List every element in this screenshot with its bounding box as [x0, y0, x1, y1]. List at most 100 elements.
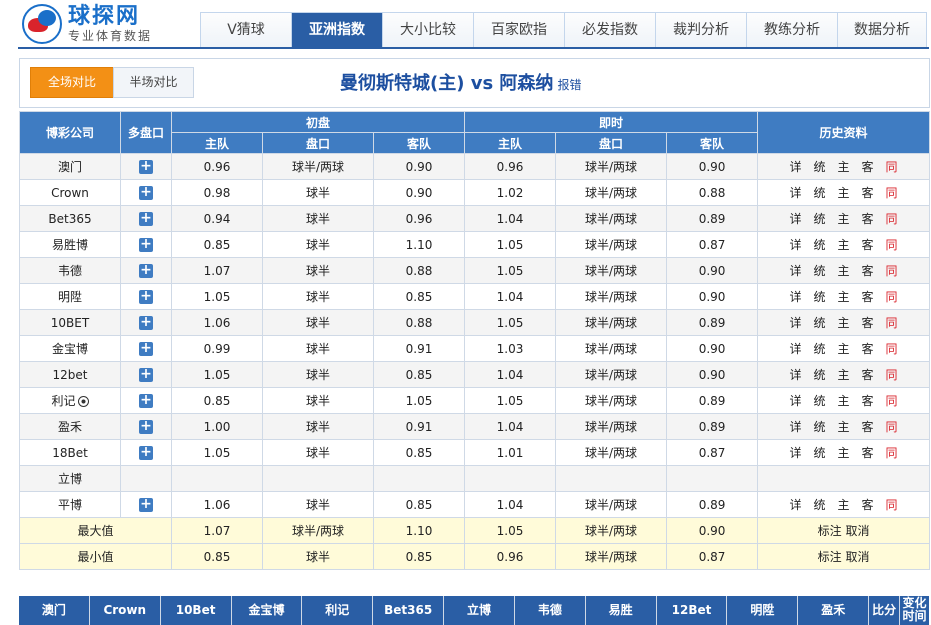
expand-plus-icon[interactable]: +	[139, 185, 153, 200]
bottom-tab-bet365[interactable]: Bet365	[373, 596, 445, 625]
company-cell[interactable]: 平博	[19, 491, 121, 518]
bottom-tab-12bet[interactable]: 12Bet	[656, 596, 728, 625]
history-detail-link[interactable]: 详	[784, 366, 808, 383]
history-home-link[interactable]: 主	[832, 340, 856, 357]
history-away-link[interactable]: 客	[856, 288, 880, 305]
history-home-link[interactable]: 主	[832, 314, 856, 331]
history-stats-link[interactable]: 统	[808, 210, 832, 227]
history-same-link[interactable]: 同	[880, 314, 904, 331]
history-home-link[interactable]: 主	[832, 444, 856, 461]
nav-asian-index[interactable]: 亚洲指数	[292, 13, 383, 48]
tab-half-match[interactable]: 半场对比	[113, 67, 194, 98]
history-home-link[interactable]: 主	[832, 496, 856, 513]
expand-plus-icon[interactable]: +	[139, 393, 153, 408]
history-stats-link[interactable]: 统	[808, 262, 832, 279]
history-detail-link[interactable]: 详	[784, 392, 808, 409]
history-same-link[interactable]: 同	[880, 496, 904, 513]
nav-betfair[interactable]: 必发指数	[565, 13, 656, 48]
history-stats-link[interactable]: 统	[808, 314, 832, 331]
company-cell[interactable]: 盈禾	[19, 413, 121, 440]
history-same-link[interactable]: 同	[880, 418, 904, 435]
history-away-link[interactable]: 客	[856, 444, 880, 461]
company-cell[interactable]: 利记	[19, 387, 121, 414]
history-away-link[interactable]: 客	[856, 340, 880, 357]
company-cell[interactable]: Bet365	[19, 205, 121, 232]
company-cell[interactable]: 易胜博	[19, 231, 121, 258]
history-stats-link[interactable]: 统	[808, 444, 832, 461]
history-stats-link[interactable]: 统	[808, 392, 832, 409]
bottom-tab-weide[interactable]: 韦德	[514, 596, 586, 625]
nav-coach[interactable]: 教练分析	[747, 13, 838, 48]
history-same-link[interactable]: 同	[880, 184, 904, 201]
history-away-link[interactable]: 客	[856, 496, 880, 513]
history-detail-link[interactable]: 详	[784, 210, 808, 227]
history-detail-link[interactable]: 详	[784, 184, 808, 201]
bottom-tab-crown[interactable]: Crown	[89, 596, 161, 625]
tab-full-match[interactable]: 全场对比	[30, 67, 114, 98]
nav-over-under[interactable]: 大小比较	[383, 13, 474, 48]
history-stats-link[interactable]: 统	[808, 366, 832, 383]
company-cell[interactable]: 12bet	[19, 361, 121, 388]
expand-plus-icon[interactable]: +	[139, 211, 153, 226]
history-detail-link[interactable]: 详	[784, 496, 808, 513]
company-cell[interactable]: 金宝博	[19, 335, 121, 362]
history-stats-link[interactable]: 统	[808, 340, 832, 357]
bottom-tab-libo[interactable]: 立博	[444, 596, 515, 625]
expand-plus-icon[interactable]: +	[139, 289, 153, 304]
history-detail-link[interactable]: 详	[784, 444, 808, 461]
history-away-link[interactable]: 客	[856, 236, 880, 253]
history-same-link[interactable]: 同	[880, 262, 904, 279]
history-away-link[interactable]: 客	[856, 184, 880, 201]
history-stats-link[interactable]: 统	[808, 184, 832, 201]
nav-vguess[interactable]: V猜球	[201, 13, 292, 48]
history-detail-link[interactable]: 详	[784, 340, 808, 357]
history-same-link[interactable]: 同	[880, 340, 904, 357]
site-logo[interactable]: 球探网 专业体育数据	[22, 4, 152, 44]
bottom-tab-10bet[interactable]: 10Bet	[160, 596, 232, 625]
history-stats-link[interactable]: 统	[808, 496, 832, 513]
bottom-tab-mingsheng[interactable]: 明陞	[727, 596, 799, 625]
report-error-link[interactable]: 报错	[557, 78, 581, 92]
history-detail-link[interactable]: 详	[784, 418, 808, 435]
history-same-link[interactable]: 同	[880, 444, 904, 461]
bottom-tab-yisheng[interactable]: 易胜	[585, 596, 657, 625]
company-cell[interactable]: Crown	[19, 179, 121, 206]
bottom-tab-macau[interactable]: 澳门	[19, 596, 90, 625]
history-away-link[interactable]: 客	[856, 366, 880, 383]
history-same-link[interactable]: 同	[880, 158, 904, 175]
history-stats-link[interactable]: 统	[808, 418, 832, 435]
expand-plus-icon[interactable]: +	[139, 159, 153, 174]
history-home-link[interactable]: 主	[832, 418, 856, 435]
history-home-link[interactable]: 主	[832, 184, 856, 201]
history-away-link[interactable]: 客	[856, 418, 880, 435]
history-detail-link[interactable]: 详	[784, 236, 808, 253]
nav-referee[interactable]: 裁判分析	[656, 13, 747, 48]
expand-plus-icon[interactable]: +	[139, 445, 153, 460]
company-cell[interactable]: 韦德	[19, 257, 121, 284]
company-cell[interactable]: 18Bet	[19, 439, 121, 466]
expand-plus-icon[interactable]: +	[139, 263, 153, 278]
history-away-link[interactable]: 客	[856, 210, 880, 227]
nav-euro-odds[interactable]: 百家欧指	[474, 13, 565, 48]
history-detail-link[interactable]: 详	[784, 158, 808, 175]
bottom-tab-liji[interactable]: 利记	[302, 596, 374, 625]
history-away-link[interactable]: 客	[856, 158, 880, 175]
history-home-link[interactable]: 主	[832, 236, 856, 253]
history-away-link[interactable]: 客	[856, 262, 880, 279]
expand-plus-icon[interactable]: +	[139, 341, 153, 356]
history-away-link[interactable]: 客	[856, 314, 880, 331]
history-same-link[interactable]: 同	[880, 236, 904, 253]
expand-plus-icon[interactable]: +	[139, 367, 153, 382]
history-home-link[interactable]: 主	[832, 288, 856, 305]
bottom-tab-yinghe[interactable]: 盈禾	[798, 596, 870, 625]
history-same-link[interactable]: 同	[880, 210, 904, 227]
expand-plus-icon[interactable]: +	[139, 315, 153, 330]
history-detail-link[interactable]: 详	[784, 262, 808, 279]
history-stats-link[interactable]: 统	[808, 288, 832, 305]
min-mark-cancel[interactable]: 标注 取消	[757, 543, 931, 570]
expand-plus-icon[interactable]: +	[139, 497, 153, 512]
history-away-link[interactable]: 客	[856, 392, 880, 409]
history-home-link[interactable]: 主	[832, 210, 856, 227]
nav-data-analysis[interactable]: 数据分析	[838, 13, 926, 48]
history-detail-link[interactable]: 详	[784, 288, 808, 305]
